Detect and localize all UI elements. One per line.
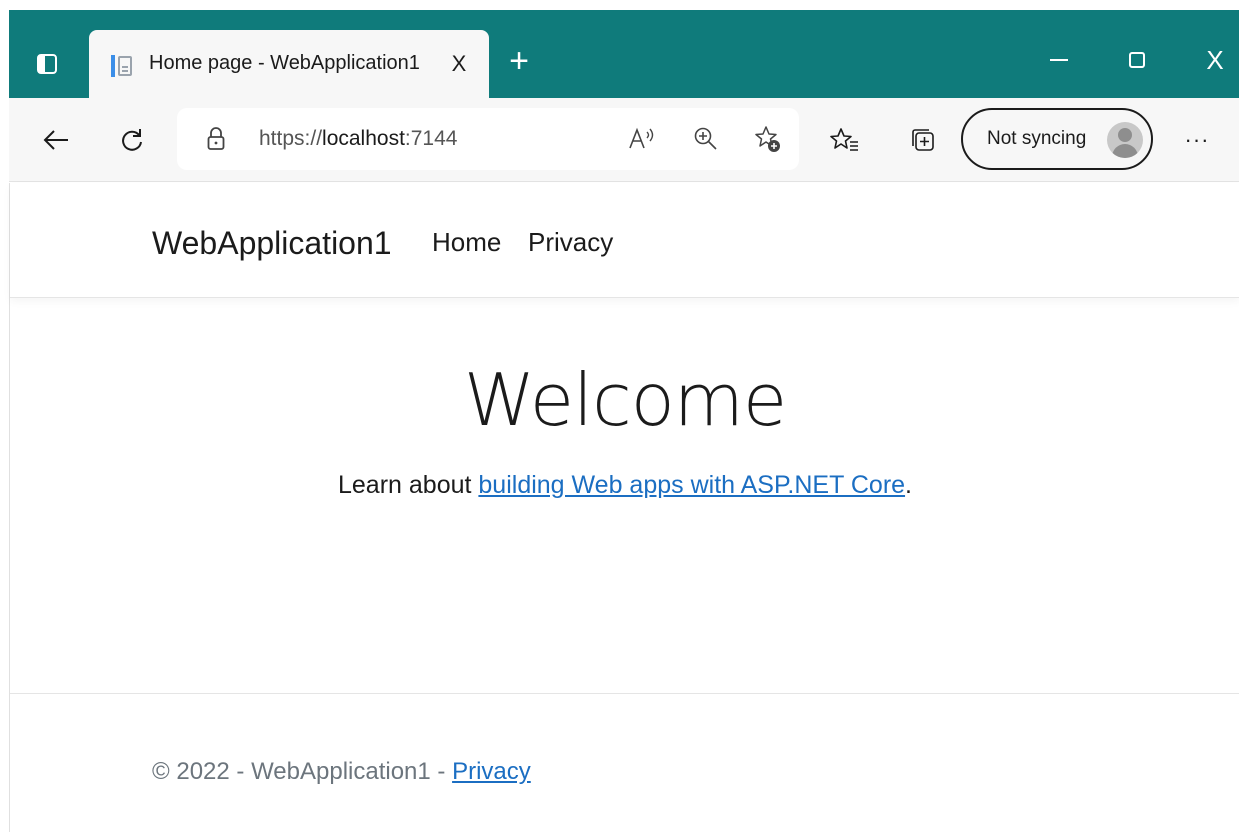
address-bar[interactable]: https://localhost:7144 bbox=[177, 108, 799, 170]
url-host: localhost bbox=[322, 127, 405, 150]
star-add-icon bbox=[755, 126, 780, 152]
learn-suffix-text: . bbox=[905, 471, 912, 499]
add-favorite-button[interactable] bbox=[751, 122, 785, 156]
favorites-list-icon bbox=[830, 128, 858, 151]
refresh-icon bbox=[122, 129, 142, 151]
page-footer: © 2022 - WebApplication1 - Privacy bbox=[10, 693, 1239, 832]
tab-title: Home page - WebApplication1 bbox=[149, 52, 420, 74]
favorites-button[interactable] bbox=[825, 120, 865, 160]
footer-text: © 2022 - WebApplication1 - Privacy bbox=[152, 758, 531, 786]
page-viewport: WebApplication1 Home Privacy Welcome Lea… bbox=[9, 183, 1239, 832]
collections-icon bbox=[912, 129, 934, 151]
tab-actions-menu-button[interactable] bbox=[31, 48, 63, 80]
collections-button[interactable] bbox=[903, 120, 943, 160]
navbar-brand-link[interactable]: WebApplication1 bbox=[152, 225, 392, 262]
window-close-button[interactable]: X bbox=[1195, 40, 1235, 80]
page-favicon-icon bbox=[111, 54, 133, 78]
read-aloud-button[interactable] bbox=[625, 122, 659, 156]
url-text[interactable]: https://localhost:7144 bbox=[259, 127, 457, 151]
copyright-text: © 2022 - WebApplication1 - bbox=[152, 758, 453, 785]
new-tab-button[interactable]: + bbox=[501, 44, 537, 80]
minimize-button[interactable] bbox=[1039, 40, 1079, 80]
learn-prefix-text: Learn about bbox=[338, 471, 479, 499]
maximize-button[interactable] bbox=[1117, 40, 1157, 80]
url-scheme: https:// bbox=[259, 127, 323, 150]
lock-icon[interactable] bbox=[207, 127, 225, 151]
workspaces-icon bbox=[37, 54, 57, 74]
avatar bbox=[1107, 122, 1143, 158]
nav-privacy-link[interactable]: Privacy bbox=[528, 227, 613, 258]
aspnet-docs-link[interactable]: building Web apps with ASP.NET Core bbox=[478, 471, 905, 499]
refresh-button[interactable] bbox=[112, 120, 152, 160]
zoom-button[interactable] bbox=[689, 122, 723, 156]
back-button[interactable] bbox=[36, 120, 76, 160]
sync-status-label: Not syncing bbox=[987, 128, 1087, 149]
maximize-icon bbox=[1129, 52, 1145, 68]
profile-button[interactable]: Not syncing bbox=[961, 108, 1153, 170]
browser-titlebar: Home page - WebApplication1 X + X bbox=[9, 10, 1239, 98]
browser-toolbar: https://localhost:7144 Not syncing ··· bbox=[9, 98, 1239, 182]
minimize-icon bbox=[1050, 59, 1068, 61]
zoom-in-icon bbox=[694, 127, 717, 150]
url-port: :7144 bbox=[404, 127, 458, 150]
footer-privacy-link[interactable]: Privacy bbox=[452, 758, 531, 785]
learn-paragraph: Learn about building Web apps with ASP.N… bbox=[10, 471, 1239, 500]
tab-close-button[interactable]: X bbox=[447, 52, 471, 76]
nav-home-link[interactable]: Home bbox=[432, 227, 501, 258]
read-aloud-icon bbox=[629, 127, 654, 149]
settings-more-button[interactable]: ··· bbox=[1177, 120, 1217, 160]
tab-home-page[interactable]: Home page - WebApplication1 X bbox=[89, 30, 489, 98]
back-arrow-icon bbox=[43, 130, 68, 150]
site-navbar: WebApplication1 Home Privacy bbox=[10, 183, 1239, 298]
welcome-heading: Welcome bbox=[463, 358, 787, 442]
